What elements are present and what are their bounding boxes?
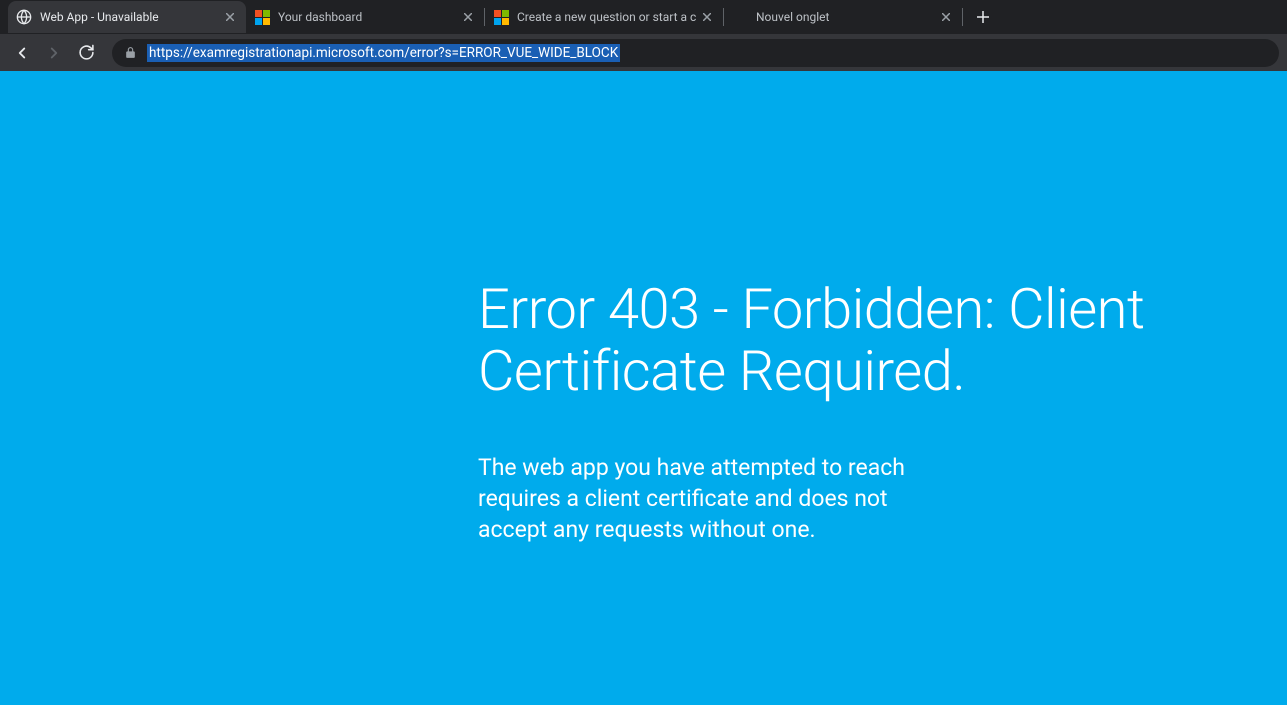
tab-title: Your dashboard — [278, 10, 460, 24]
reload-button[interactable] — [72, 39, 100, 67]
url-text: https://examregistrationapi.microsoft.co… — [147, 44, 620, 62]
browser-tab[interactable]: Your dashboard — [246, 1, 484, 33]
new-tab-button[interactable] — [969, 3, 997, 31]
forward-button[interactable] — [40, 39, 68, 67]
tab-title: Create a new question or start a c — [517, 10, 699, 24]
error-heading: Error 403 - Forbidden: Client Certificat… — [478, 279, 1218, 402]
tab-close-button[interactable] — [699, 9, 715, 25]
error-page-content: Error 403 - Forbidden: Client Certificat… — [0, 71, 1287, 705]
tab-close-button[interactable] — [460, 9, 476, 25]
back-button[interactable] — [8, 39, 36, 67]
lock-icon — [124, 46, 137, 59]
microsoft-logo-icon — [254, 9, 270, 25]
blank-tab-icon — [732, 9, 748, 25]
error-message: The web app you have attempted to reach … — [478, 452, 948, 545]
microsoft-logo-icon — [493, 9, 509, 25]
tab-title: Web App - Unavailable — [40, 10, 222, 24]
browser-tab-bar: Web App - Unavailable Your dashboard Cre… — [0, 0, 1287, 34]
tab-separator — [962, 8, 963, 26]
browser-tab[interactable]: Create a new question or start a c — [485, 1, 723, 33]
tab-close-button[interactable] — [222, 9, 238, 25]
address-bar[interactable]: https://examregistrationapi.microsoft.co… — [112, 39, 1279, 67]
browser-tab[interactable]: Nouvel onglet — [724, 1, 962, 33]
browser-tab-active[interactable]: Web App - Unavailable — [8, 1, 246, 33]
browser-toolbar: https://examregistrationapi.microsoft.co… — [0, 34, 1287, 71]
globe-icon — [16, 9, 32, 25]
tab-close-button[interactable] — [938, 9, 954, 25]
tab-title: Nouvel onglet — [756, 10, 938, 24]
